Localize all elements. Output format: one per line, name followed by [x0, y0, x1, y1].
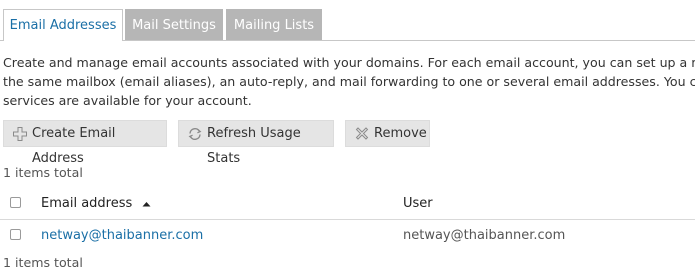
tab-mailing-lists[interactable]: Mailing Lists: [226, 9, 322, 40]
remove-label: Remove: [374, 126, 427, 141]
tab-mail-settings[interactable]: Mail Settings: [125, 9, 223, 40]
description-line-2: the same mailbox (email aliases), an aut…: [3, 74, 695, 89]
column-header-email[interactable]: Email address: [41, 195, 151, 212]
refresh-usage-stats-label: Refresh Usage Stats: [207, 126, 301, 166]
refresh-icon: [187, 126, 203, 142]
row-checkbox[interactable]: [10, 229, 21, 240]
items-total-bottom: 1 items total: [3, 255, 83, 270]
column-header-user[interactable]: User: [403, 195, 433, 212]
user-value: netway@thaibanner.com: [403, 228, 566, 243]
table-row: netway@thaibanner.com netway@thaibanner.…: [0, 220, 695, 251]
create-email-address-button[interactable]: Create Email Address: [3, 120, 167, 166]
tab-bar: Email Addresses Mail Settings Mailing Li…: [0, 9, 695, 41]
caret-up-icon: [142, 195, 151, 212]
description-line-3: services are available for your account.: [3, 93, 252, 108]
refresh-usage-stats-button[interactable]: Refresh Usage Stats: [178, 120, 334, 166]
select-all-checkbox[interactable]: [10, 197, 21, 208]
plus-icon: [12, 126, 28, 142]
items-total-top: 1 items total: [3, 165, 83, 180]
table-header: Email address User: [0, 188, 695, 220]
column-header-email-label: Email address: [41, 196, 133, 211]
description-line-1: Create and manage email accounts associa…: [3, 55, 695, 70]
tab-email-addresses[interactable]: Email Addresses: [3, 9, 123, 41]
page-description: Create and manage email accounts associa…: [3, 53, 695, 109]
x-icon: [354, 126, 370, 142]
create-email-address-label: Create Email Address: [32, 126, 116, 166]
email-address-link[interactable]: netway@thaibanner.com: [41, 227, 203, 244]
remove-button[interactable]: Remove: [345, 120, 430, 147]
